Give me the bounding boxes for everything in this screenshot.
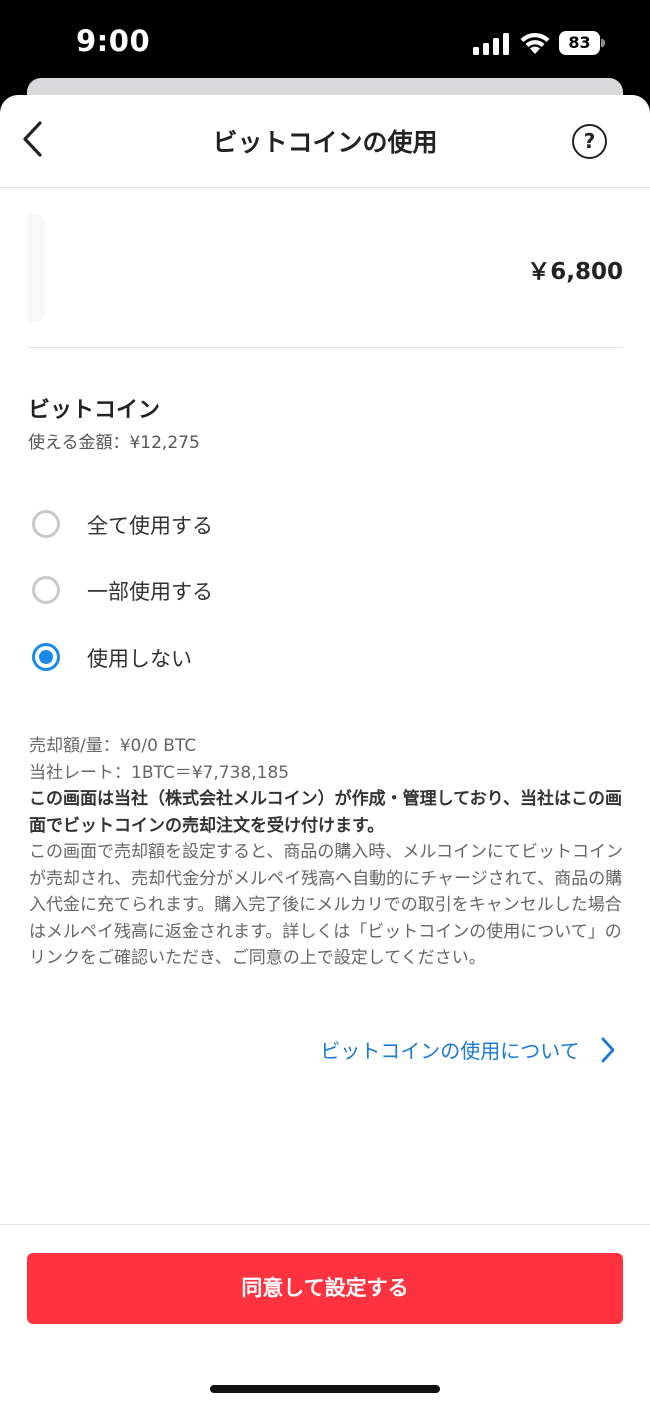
status-bar: 9:00 83: [0, 0, 650, 88]
about-link-label[interactable]: ビットコインの使用について: [320, 1035, 579, 1064]
battery-icon: 83: [559, 31, 605, 55]
page-title: ビットコインの使用: [212, 128, 438, 157]
help-icon[interactable]: ?: [572, 124, 607, 159]
bitcoin-section-title: ビットコイン: [28, 398, 161, 423]
option-label: 使用しない: [87, 647, 192, 671]
exchange-rate: 当社レート：1BTC＝¥7,738,185: [29, 762, 290, 783]
available-amount: 使える金額：¥12,275: [28, 433, 200, 453]
agree-and-set-button[interactable]: 同意して設定する: [27, 1253, 623, 1324]
radio-button-selected[interactable]: [32, 643, 60, 671]
product-price: ￥6,800: [527, 259, 623, 285]
product-thumbnail: [27, 214, 45, 322]
option-do-not-use[interactable]: 使用しない: [32, 637, 432, 677]
product-summary: ￥6,800: [27, 188, 623, 348]
radio-button[interactable]: [32, 576, 60, 604]
battery-level: 83: [559, 31, 600, 55]
cellular-signal-icon: [473, 33, 509, 55]
sale-info: 売却額/量：¥0/0 BTC 当社レート：1BTC＝¥7,738,185 この画…: [29, 733, 624, 972]
footer: 同意して設定する: [0, 1224, 650, 1407]
navigation-bar: ビットコインの使用 ?: [0, 95, 650, 188]
usage-description: この画面で売却額を設定すると、商品の購入時、メルコインにてビットコインが売却され…: [29, 842, 623, 968]
option-use-partial[interactable]: 一部使用する: [32, 570, 432, 610]
home-indicator[interactable]: [210, 1385, 440, 1393]
chevron-right-icon: [601, 1037, 615, 1062]
option-label: 全て使用する: [87, 514, 213, 538]
option-use-all[interactable]: 全て使用する: [32, 504, 432, 544]
status-time: 9:00: [76, 24, 151, 58]
wifi-icon: [520, 32, 550, 54]
about-bitcoin-link[interactable]: ビットコインの使用について: [320, 1035, 616, 1069]
bitcoin-usage-sheet: ビットコインの使用 ? ￥6,800 ビットコイン 使える金額：¥12,275 …: [0, 95, 650, 1407]
option-label: 一部使用する: [87, 580, 213, 604]
radio-button[interactable]: [32, 510, 60, 538]
sell-amount: 売却額/量：¥0/0 BTC: [29, 736, 197, 756]
operator-notice: この画面は当社（株式会社メルコイン）が作成・管理しており、当社はこの画面でビット…: [29, 789, 622, 836]
